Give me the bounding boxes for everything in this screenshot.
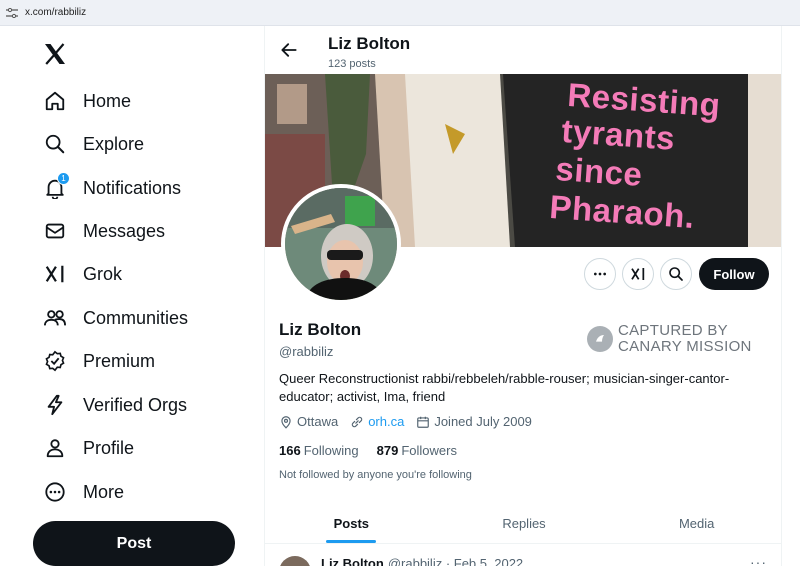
following-link[interactable]: 166 Following bbox=[279, 443, 359, 458]
post-avatar[interactable] bbox=[279, 556, 311, 566]
profile-column: Liz Bolton 123 posts Resisting tyrants s… bbox=[264, 26, 782, 566]
post-button[interactable]: Post bbox=[33, 521, 235, 566]
sidebar-item-label: Notifications bbox=[83, 177, 182, 198]
location-text: Ottawa bbox=[297, 414, 339, 429]
profile-tabs: Posts Replies Media bbox=[265, 504, 781, 544]
profile-handle: @rabbiliz bbox=[279, 344, 334, 359]
grok-icon bbox=[43, 262, 67, 286]
canary-logo-icon bbox=[587, 326, 613, 352]
followers-count: 879 bbox=[376, 443, 399, 458]
grok-icon bbox=[631, 268, 645, 280]
search-icon bbox=[43, 132, 67, 156]
watermark-line: CANARY MISSION bbox=[618, 338, 752, 355]
canary-mission-watermark: CAPTURED BY CANARY MISSION bbox=[587, 323, 752, 355]
profile-name: Liz Bolton bbox=[279, 320, 362, 339]
sidebar-item-verified-orgs[interactable]: Verified Orgs bbox=[43, 385, 187, 425]
location-pin-icon bbox=[281, 415, 291, 429]
followers-link[interactable]: 879 Followers bbox=[377, 443, 457, 458]
sidebar-item-communities[interactable]: Communities bbox=[43, 298, 188, 338]
tab-posts[interactable]: Posts bbox=[265, 504, 438, 543]
x-logo-icon[interactable] bbox=[43, 42, 67, 66]
lightning-icon bbox=[43, 393, 67, 417]
joined-date: Joined July 2009 bbox=[434, 414, 532, 429]
search-icon bbox=[669, 267, 683, 281]
grok-button[interactable] bbox=[622, 258, 654, 290]
link-icon bbox=[351, 416, 363, 427]
sidebar-item-label: Profile bbox=[83, 437, 135, 458]
profile-bio: Queer Reconstructionist rabbi/rebbeleh/r… bbox=[279, 371, 730, 404]
sidebar-item-label: More bbox=[83, 481, 125, 502]
watermark-line: CAPTURED BY bbox=[618, 322, 728, 339]
banner-sign-text: since bbox=[554, 150, 644, 193]
person-icon bbox=[43, 436, 67, 460]
more-dots-icon bbox=[594, 272, 606, 276]
search-profile-button[interactable] bbox=[660, 258, 692, 290]
following-count: 166 bbox=[279, 443, 301, 458]
followers-label: Followers bbox=[401, 443, 457, 458]
sidebar-item-label: Communities bbox=[83, 307, 189, 328]
follow-button[interactable]: Follow bbox=[699, 258, 769, 290]
calendar-icon bbox=[417, 416, 430, 428]
tab-media[interactable]: Media bbox=[610, 504, 781, 543]
sidebar-item-grok[interactable]: Grok bbox=[43, 254, 122, 294]
sidebar-item-home[interactable]: Home bbox=[43, 81, 131, 121]
sidebar-item-notifications[interactable]: 1 Notifications bbox=[43, 168, 181, 208]
sidebar-item-label: Premium bbox=[83, 350, 156, 371]
post-preview[interactable]: Liz Bolton @rabbiliz · Feb 5, 2022 bbox=[279, 556, 523, 566]
avatar-photo bbox=[285, 188, 397, 300]
verified-badge-icon bbox=[43, 349, 67, 373]
home-icon bbox=[43, 89, 67, 113]
not-followed-note: Not followed by anyone you're following bbox=[279, 469, 472, 481]
sidebar-item-label: Messages bbox=[83, 220, 166, 241]
profile-header-bar: Liz Bolton 123 posts bbox=[265, 26, 781, 74]
sidebar-item-premium[interactable]: Premium bbox=[43, 341, 155, 381]
tab-replies[interactable]: Replies bbox=[438, 504, 611, 543]
people-icon bbox=[43, 306, 67, 330]
back-arrow-icon[interactable] bbox=[279, 40, 299, 60]
post-meta: @rabbiliz · Feb 5, 2022 bbox=[387, 556, 524, 566]
notification-badge: 1 bbox=[57, 172, 70, 185]
header-name: Liz Bolton bbox=[328, 34, 411, 53]
post-author-name: Liz Bolton bbox=[321, 556, 384, 566]
sidebar-item-label: Grok bbox=[83, 263, 123, 284]
follow-stats: 166 Following 879 Followers bbox=[279, 443, 475, 458]
post-more-icon[interactable]: ··· bbox=[750, 554, 767, 566]
post-count: 123 posts bbox=[328, 58, 376, 70]
profile-avatar[interactable] bbox=[281, 184, 401, 304]
address-bar[interactable]: x.com/rabbiliz bbox=[0, 0, 800, 26]
sidebar-item-messages[interactable]: Messages bbox=[43, 211, 165, 251]
following-label: Following bbox=[303, 443, 359, 458]
sidebar-item-profile[interactable]: Profile bbox=[43, 428, 134, 468]
sidebar-item-more[interactable]: More bbox=[43, 472, 124, 512]
profile-meta: Ottawa orh.ca Joined July 2009 bbox=[279, 414, 544, 429]
website-link[interactable]: orh.ca bbox=[368, 414, 404, 429]
url-text[interactable]: x.com/rabbiliz bbox=[25, 7, 86, 18]
sidebar-item-label: Verified Orgs bbox=[83, 394, 188, 415]
mail-icon bbox=[43, 219, 67, 243]
sidebar-item-explore[interactable]: Explore bbox=[43, 124, 144, 164]
more-circle-icon bbox=[43, 480, 67, 504]
bell-icon: 1 bbox=[43, 172, 70, 200]
site-settings-icon[interactable] bbox=[6, 7, 20, 19]
sidebar: Home Explore 1 Notifications Messages Gr… bbox=[0, 26, 264, 566]
sidebar-item-label: Home bbox=[83, 90, 132, 111]
sidebar-item-label: Explore bbox=[83, 133, 145, 154]
more-options-button[interactable] bbox=[584, 258, 616, 290]
